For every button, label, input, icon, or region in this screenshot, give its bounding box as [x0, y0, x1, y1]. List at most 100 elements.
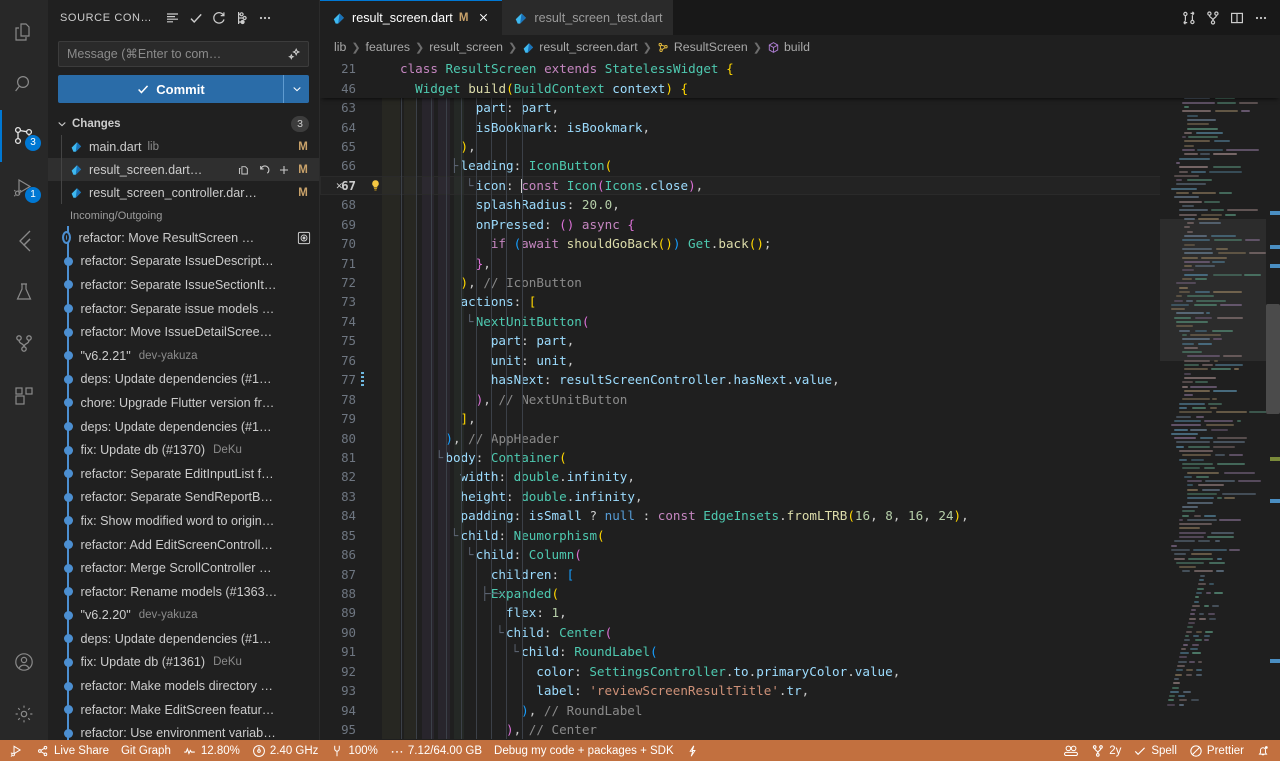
commit-message-input[interactable] [67, 47, 287, 61]
code-line[interactable]: 63 part: part, [320, 98, 1280, 117]
commit-graph-item[interactable]: fix: Update db (#1361) DeKu [48, 651, 319, 675]
close-icon[interactable] [474, 9, 492, 27]
breadcrumb-item-lib[interactable]: lib [334, 40, 346, 54]
commit-graph-item[interactable]: refactor: Add EditScreenControll… [48, 533, 319, 557]
commit-graph-item[interactable]: deps: Update dependencies (#1… [48, 415, 319, 439]
code-line[interactable]: 91 └ child: RoundLabel( [320, 642, 1280, 661]
code-line[interactable]: 95), // Center [320, 720, 1280, 739]
commit-graph-item[interactable]: refactor: Separate SendReportB… [48, 486, 319, 510]
discard-icon[interactable] [257, 163, 271, 177]
activity-item-run-and-debug[interactable]: 1 [0, 162, 48, 214]
commit-graph-item[interactable]: fix: Update db (#1370) DeKu [48, 438, 319, 462]
code-line[interactable]: 82 width: double.infinity, [320, 467, 1280, 486]
file-row[interactable]: main.dart lib M [48, 135, 319, 158]
code-line[interactable]: 75 part: part, [320, 331, 1280, 350]
status-spell-checker[interactable]: Spell [1127, 740, 1183, 761]
sticky-scroll-lines[interactable]: 21 class ResultScreen extends StatelessWi… [320, 59, 1280, 98]
breadcrumb-item-method[interactable]: build [767, 40, 810, 54]
code-line[interactable]: 65), [320, 137, 1280, 156]
code-line[interactable]: 81 └body: Container( [320, 448, 1280, 467]
code-line[interactable]: 93 label: 'reviewScreenResultTitle'.tr, [320, 681, 1280, 700]
activity-item-testing[interactable] [0, 266, 48, 318]
activity-item-search[interactable] [0, 58, 48, 110]
commit-dropdown-button[interactable] [283, 75, 309, 103]
commit-graph-item[interactable]: refactor: Merge ScrollController … [48, 556, 319, 580]
code-line[interactable]: 76 unit: unit, [320, 351, 1280, 370]
commit-graph-list[interactable]: refactor: Move ResultScreen … refactor: S… [48, 226, 319, 740]
status-git-branch[interactable]: 2y [1085, 740, 1127, 761]
sparkle-icon[interactable] [287, 47, 302, 62]
tab-result-screen-test-dart[interactable]: result_screen_test.dart [502, 0, 673, 35]
commit-graph-item[interactable]: deps: Update dependencies (#1… [48, 627, 319, 651]
view-as-list-button[interactable] [162, 7, 184, 29]
status-cpu-frequency[interactable]: 2.40 GHz [246, 740, 325, 761]
git-branch-icon[interactable] [1202, 7, 1224, 29]
code-line[interactable]: 80), // AppHeader [320, 428, 1280, 447]
code-line[interactable]: 79], [320, 409, 1280, 428]
split-editor-icon[interactable] [1226, 7, 1248, 29]
activity-item-manage[interactable] [0, 688, 48, 740]
target-icon[interactable] [297, 231, 311, 245]
code-line[interactable]: 87 children: [ [320, 564, 1280, 583]
views-and-more-actions-button[interactable] [254, 7, 276, 29]
commit-graph-item[interactable]: refactor: Use environment variab… [48, 721, 319, 740]
glyph-margin[interactable] [364, 179, 386, 192]
changes-section-header[interactable]: Changes 3 [48, 113, 319, 135]
refresh-button[interactable] [208, 7, 230, 29]
code-line[interactable]: 94), // RoundLabel [320, 700, 1280, 719]
status-battery[interactable]: 100% [324, 740, 383, 761]
commit-graph-item[interactable]: refactor: Separate IssueSectionIt… [48, 273, 319, 297]
code-line[interactable]: 90 └ child: Center( [320, 623, 1280, 642]
commit-button[interactable]: Commit [58, 75, 283, 103]
code-line[interactable]: 71}, [320, 253, 1280, 272]
status-debug-config[interactable]: Debug my code + packages + SDK [488, 740, 680, 761]
code-action-lightbulb-icon[interactable] [369, 179, 382, 192]
code-line[interactable]: 83 height: double.infinity, [320, 487, 1280, 506]
code-line[interactable]: 70 if (await shouldGoBack()) Get.back(); [320, 234, 1280, 253]
breadcrumb-item-features[interactable]: features [366, 40, 410, 54]
activity-item-extensions[interactable] [0, 370, 48, 422]
activity-item-source-control[interactable]: 3 [0, 110, 48, 162]
activity-item-explorer[interactable] [0, 6, 48, 58]
status-run-debug[interactable] [4, 740, 30, 761]
commit-icon-button[interactable] [185, 7, 207, 29]
code-line[interactable]: 66 ├ leading: IconButton( [320, 156, 1280, 175]
minimap[interactable] [1160, 59, 1266, 740]
status-git-graph[interactable]: Git Graph [115, 740, 177, 761]
status-cpu-usage[interactable]: 12.80% [177, 740, 246, 761]
status-dart-pair[interactable] [1057, 740, 1085, 761]
commit-graph-item[interactable]: "v6.2.21" dev-yakuza [48, 344, 319, 368]
status-live-share[interactable]: Live Share [30, 740, 115, 761]
commit-message-box[interactable] [58, 41, 309, 67]
error-marker-icon[interactable]: ✕ [336, 180, 343, 191]
graph-settings-button[interactable] [231, 7, 253, 29]
tab-result-screen-dart[interactable]: result_screen.dart M [320, 0, 503, 35]
commit-graph-item[interactable]: refactor: Rename models (#1363… [48, 580, 319, 604]
code-line[interactable]: 73 actions: [ [320, 292, 1280, 311]
sticky-scroll-line[interactable]: 21 class ResultScreen extends StatelessWi… [320, 59, 1280, 78]
status-prettier[interactable]: Prettier [1183, 740, 1250, 761]
code-line[interactable]: 69 onPressed: () async { [320, 215, 1280, 234]
activity-item-flutter[interactable] [0, 214, 48, 266]
code-line[interactable]: ✕67└icon: const Icon(Icons.close), [320, 176, 1280, 195]
status-flutter-devtools[interactable] [680, 740, 705, 761]
breadcrumb-item-file[interactable]: result_screen.dart [522, 40, 638, 54]
sticky-scroll-line[interactable]: 46 Widget build(BuildContext context) { [320, 78, 1280, 97]
code-line[interactable]: 88 ├──Expanded( [320, 584, 1280, 603]
commit-graph-item[interactable]: refactor: Separate issue models … [48, 297, 319, 321]
breadcrumb-item-result-screen[interactable]: result_screen [429, 40, 503, 54]
commit-graph-item[interactable]: refactor: Move IssueDetailScree… [48, 320, 319, 344]
code-line[interactable]: 86 └ child: Column( [320, 545, 1280, 564]
code-line[interactable]: 72), // IconButton [320, 273, 1280, 292]
code-line[interactable]: 74 └ NextUnitButton( [320, 312, 1280, 331]
commit-graph-item[interactable]: refactor: Move ResultScreen … [48, 226, 319, 250]
commit-graph-item[interactable]: deps: Update dependencies (#1… [48, 368, 319, 392]
commit-graph-item[interactable]: refactor: Make EditScreen featur… [48, 698, 319, 722]
breadcrumb-item-class[interactable]: ResultScreen [657, 40, 748, 54]
commit-graph-item[interactable]: refactor: Make models directory … [48, 674, 319, 698]
activity-item-accounts[interactable] [0, 636, 48, 688]
commit-graph-item[interactable]: fix: Show modified word to origin… [48, 509, 319, 533]
run-alt-icon[interactable] [1178, 7, 1200, 29]
activity-item-git-graph[interactable] [0, 318, 48, 370]
code-line[interactable]: 85 └ child: Neumorphism( [320, 526, 1280, 545]
